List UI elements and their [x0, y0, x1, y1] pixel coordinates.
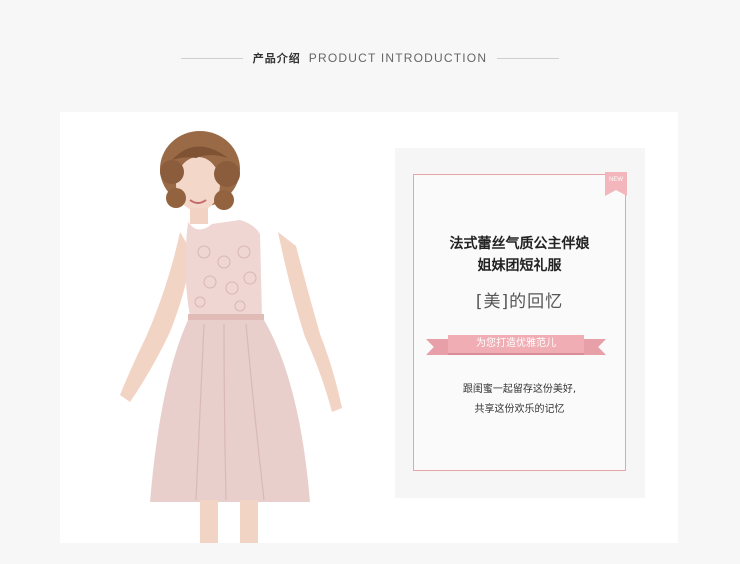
- model-photo: [120, 131, 342, 543]
- description-line1: 跟闺蜜一起留存这份美好,: [462, 384, 577, 395]
- product-title: 法式蕾丝气质公主伴娘 姐妹团短礼服: [414, 233, 625, 277]
- product-info-card: NEW 法式蕾丝气质公主伴娘 姐妹团短礼服 [美]的回忆 为您打造优雅范儿 跟闺…: [395, 148, 645, 498]
- description-line2: 共享这份欢乐的记忆: [474, 404, 565, 415]
- section-header: 产品介绍 PRODUCT INTRODUCTION: [0, 48, 740, 68]
- ribbon-label: 为您打造优雅范儿: [448, 335, 584, 353]
- product-title-line1: 法式蕾丝气质公主伴娘: [449, 236, 590, 252]
- section-title-en: PRODUCT INTRODUCTION: [308, 51, 488, 65]
- header-divider-right: [497, 57, 560, 59]
- product-panel: NEW 法式蕾丝气质公主伴娘 姐妹团短礼服 [美]的回忆 为您打造优雅范儿 跟闺…: [60, 112, 678, 543]
- section-title-cn: 产品介绍: [252, 52, 301, 65]
- header-divider-left: [180, 57, 243, 59]
- product-description: 跟闺蜜一起留存这份美好, 共享这份欢乐的记忆: [414, 380, 625, 420]
- beauty-memory-text: [美]的回忆: [475, 292, 564, 312]
- ribbon-banner: 为您打造优雅范儿: [426, 335, 606, 357]
- info-frame: NEW 法式蕾丝气质公主伴娘 姐妹团短礼服 [美]的回忆 为您打造优雅范儿 跟闺…: [413, 172, 627, 471]
- new-badge: NEW: [605, 172, 627, 196]
- product-title-line2: 姐妹团短礼服: [477, 258, 562, 274]
